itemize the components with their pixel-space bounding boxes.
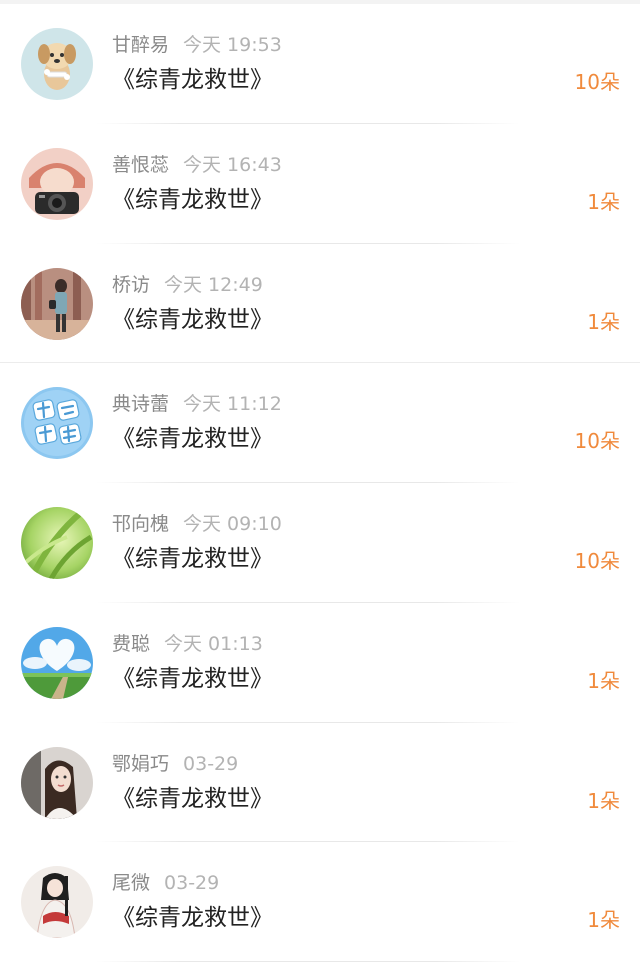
timestamp: 03-29 (183, 752, 239, 775)
book-title[interactable]: 《综青龙救世》 (112, 64, 273, 96)
user-name: 邗向槐 (112, 513, 170, 535)
item-meta: 鄂娟巧 03-29 (112, 751, 238, 777)
gift-amount: 10朵 (574, 429, 620, 454)
list-item[interactable]: 桥访 今天 12:49 《综青龙救世》 1朵 (0, 244, 640, 364)
timestamp: 今天 12:49 (164, 273, 263, 296)
item-meta: 邗向槐 今天 09:10 (112, 511, 282, 537)
green-leaf-avatar-icon[interactable] (21, 507, 93, 579)
item-meta: 善恨蕊 今天 16:43 (112, 152, 282, 178)
hanfu-girl-avatar-icon[interactable] (21, 866, 93, 939)
book-title[interactable]: 《综青龙救世》 (112, 663, 273, 695)
list-item[interactable]: 甘醉易 今天 19:53 《综青龙救世》 10朵 (0, 4, 640, 124)
user-name: 费聪 (112, 632, 151, 655)
timestamp: 今天 01:13 (164, 632, 263, 655)
timestamp: 03-29 (164, 872, 220, 895)
forest-girl-avatar-icon[interactable] (21, 267, 93, 340)
item-meta: 尾微 03-29 (112, 870, 219, 896)
timestamp: 今天 16:43 (183, 153, 282, 176)
timestamp: 今天 19:53 (183, 34, 282, 56)
user-name: 典诗蕾 (112, 393, 170, 416)
user-name: 桥访 (112, 273, 151, 296)
timestamp: 今天 11:12 (183, 393, 282, 416)
timestamp: 今天 09:10 (183, 513, 282, 535)
heart-sky-avatar-icon[interactable] (21, 626, 93, 699)
user-name: 善恨蕊 (112, 153, 170, 176)
gift-amount: 10朵 (574, 70, 620, 94)
gift-amount: 10朵 (574, 549, 620, 573)
book-title[interactable]: 《综青龙救世》 (112, 543, 273, 575)
gift-amount: 1朵 (587, 309, 620, 334)
cheer-text-avatar-icon[interactable] (21, 387, 93, 460)
book-title[interactable]: 《综青龙救世》 (112, 783, 273, 815)
gift-amount: 1朵 (587, 908, 620, 933)
list-item[interactable]: 鄂娟巧 03-29 《综青龙救世》 1朵 (0, 723, 640, 843)
item-meta: 典诗蕾 今天 11:12 (112, 391, 282, 417)
list-item[interactable]: 邗向槐 今天 09:10 《综青龙救世》 10朵 (0, 483, 640, 603)
gift-amount: 1朵 (587, 189, 620, 214)
book-title[interactable]: 《综青龙救世》 (112, 423, 273, 455)
item-meta: 费聪 今天 01:13 (112, 631, 263, 657)
item-meta: 甘醉易 今天 19:53 (112, 32, 282, 58)
book-title[interactable]: 《综青龙救世》 (112, 902, 273, 934)
user-name: 鄂娟巧 (112, 752, 170, 775)
list-item[interactable]: 尾微 03-29 《综青龙救世》 1朵 (0, 842, 640, 962)
book-title[interactable]: 《综青龙救世》 (112, 304, 273, 336)
book-title[interactable]: 《综青龙救世》 (112, 184, 273, 216)
gift-amount: 1朵 (587, 668, 620, 693)
portrait-girl-avatar-icon[interactable] (21, 746, 93, 819)
gift-record-list: 甘醉易 今天 19:53 《综青龙救世》 10朵 善恨蕊 今天 16:43 《综青龙… (0, 4, 640, 962)
user-name: 甘醉易 (112, 34, 170, 56)
puppy-avatar-icon[interactable] (21, 28, 93, 100)
user-name: 尾微 (112, 872, 151, 895)
item-meta: 桥访 今天 12:49 (112, 272, 263, 298)
gift-amount: 1朵 (587, 788, 620, 813)
list-item[interactable]: 典诗蕾 今天 11:12 《综青龙救世》 10朵 (0, 363, 640, 483)
list-item[interactable]: 费聪 今天 01:13 《综青龙救世》 1朵 (0, 603, 640, 723)
camera-girl-avatar-icon[interactable] (21, 147, 93, 220)
list-item[interactable]: 善恨蕊 今天 16:43 《综青龙救世》 1朵 (0, 124, 640, 244)
